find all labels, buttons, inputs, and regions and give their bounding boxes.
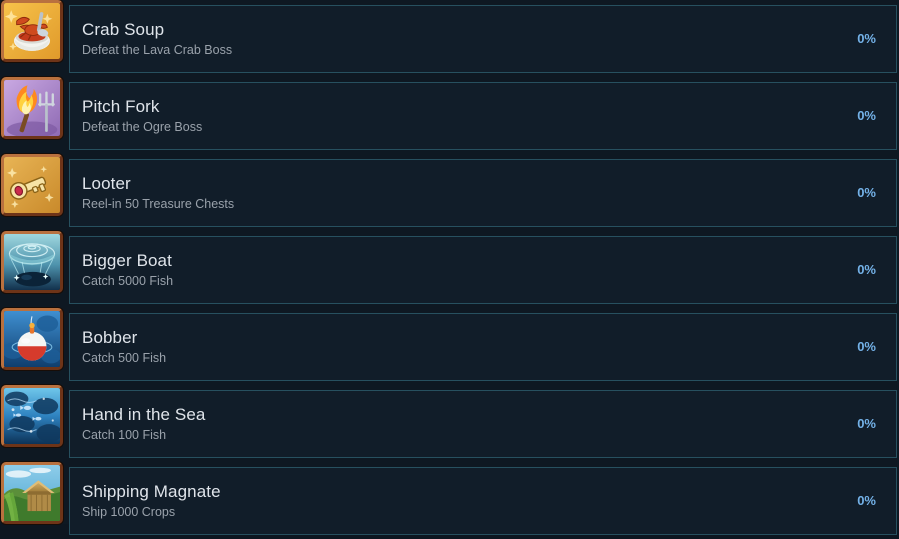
achievement-text: Crab Soup Defeat the Lava Crab Boss [70,19,857,59]
achievement-row[interactable]: Crab Soup Defeat the Lava Crab Boss 0% [0,0,899,77]
bigger-boat-icon [1,231,63,293]
achievement-progress-percent: 0% [857,416,876,431]
achievement-description: Defeat the Ogre Boss [82,119,203,134]
achievement-row[interactable]: Bobber Catch 500 Fish 0% [0,308,899,385]
achievement-progress-percent: 0% [857,339,876,354]
achievement-icon-art [4,80,60,136]
achievement-card[interactable]: Bobber Catch 500 Fish 0% [69,312,897,381]
crab-soup-icon [1,0,63,62]
achievement-description: Reel-in 50 Treasure Chests [82,196,235,211]
achievement-description: Ship 1000 Crops [82,504,176,519]
achievement-row[interactable]: Looter Reel-in 50 Treasure Chests 0% [0,154,899,231]
achievement-card[interactable]: Shipping Magnate Ship 1000 Crops 0% [69,466,897,535]
achievement-icon-art [4,157,60,213]
achievement-description: Catch 5000 Fish [82,273,174,288]
achievement-icon-art [4,234,60,290]
achievement-title: Shipping Magnate [82,481,221,501]
achievement-description: Catch 500 Fish [82,350,167,365]
achievement-text: Bigger Boat Catch 5000 Fish [70,250,857,290]
achievement-row[interactable]: Hand in the Sea Catch 100 Fish 0% [0,385,899,462]
achievement-icon-art [4,3,60,59]
achievement-progress-percent: 0% [857,185,876,200]
achievement-icon-art [4,311,60,367]
achievement-card[interactable]: Hand in the Sea Catch 100 Fish 0% [69,389,897,458]
achievement-card[interactable]: Crab Soup Defeat the Lava Crab Boss 0% [69,4,897,73]
hand-in-the-sea-icon [1,385,63,447]
achievement-title: Bigger Boat [82,250,172,270]
achievement-card[interactable]: Pitch Fork Defeat the Ogre Boss 0% [69,81,897,150]
achievement-progress-percent: 0% [857,108,876,123]
achievement-text: Shipping Magnate Ship 1000 Crops [70,481,857,521]
achievement-card[interactable]: Bigger Boat Catch 5000 Fish 0% [69,235,897,304]
achievement-text: Hand in the Sea Catch 100 Fish [70,404,857,444]
shipping-magnate-icon [1,462,63,524]
achievement-progress-percent: 0% [857,493,876,508]
achievement-icon-art [4,388,60,444]
achievement-row[interactable]: Shipping Magnate Ship 1000 Crops 0% [0,462,899,539]
achievement-row[interactable]: Pitch Fork Defeat the Ogre Boss 0% [0,77,899,154]
achievement-text: Bobber Catch 500 Fish [70,327,857,367]
achievement-row[interactable]: Bigger Boat Catch 5000 Fish 0% [0,231,899,308]
achievement-card[interactable]: Looter Reel-in 50 Treasure Chests 0% [69,158,897,227]
achievement-text: Pitch Fork Defeat the Ogre Boss [70,96,857,136]
achievement-title: Bobber [82,327,138,347]
achievement-list: Crab Soup Defeat the Lava Crab Boss 0% Pit… [0,0,899,535]
achievement-progress-percent: 0% [857,262,876,277]
achievement-title: Crab Soup [82,19,165,39]
looter-icon [1,154,63,216]
achievement-title: Pitch Fork [82,96,160,116]
achievement-title: Hand in the Sea [82,404,206,424]
achievement-description: Catch 100 Fish [82,427,167,442]
bobber-icon [1,308,63,370]
pitch-fork-icon [1,77,63,139]
achievement-icon-art [4,465,60,521]
achievement-progress-percent: 0% [857,31,876,46]
achievement-description: Defeat the Lava Crab Boss [82,42,233,57]
achievement-text: Looter Reel-in 50 Treasure Chests [70,173,857,213]
achievement-title: Looter [82,173,131,193]
